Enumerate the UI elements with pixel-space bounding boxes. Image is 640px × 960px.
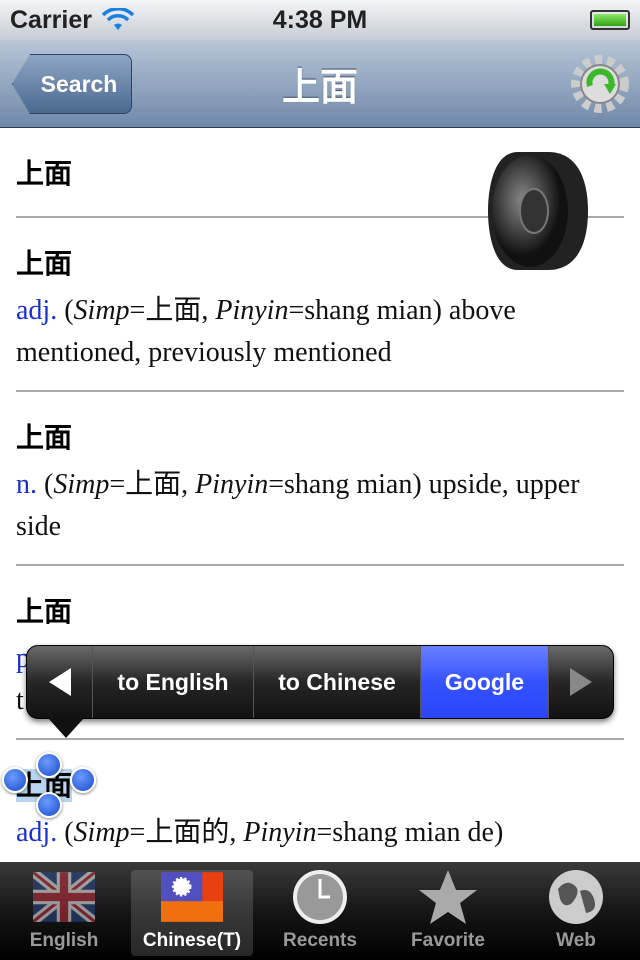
- tab-label: Favorite: [411, 930, 485, 951]
- refresh-settings-icon[interactable]: [570, 54, 630, 114]
- star-icon: [416, 870, 480, 924]
- entry: 上面 adj. (Simp=上面的, Pinyin=shang mian de): [0, 740, 640, 854]
- triangle-right-icon: [570, 668, 592, 696]
- back-button[interactable]: Search: [12, 54, 132, 114]
- wifi-icon: [102, 8, 134, 30]
- speaker-icon[interactable]: [488, 150, 588, 272]
- triangle-left-icon: [48, 668, 71, 696]
- menu-prev-button[interactable]: [27, 646, 93, 718]
- menu-to-english[interactable]: to English: [93, 646, 254, 718]
- edit-menu: to English to Chinese Google: [26, 645, 614, 719]
- selection-handle-top[interactable]: [36, 752, 62, 778]
- menu-google[interactable]: Google: [421, 646, 549, 718]
- part-of-speech[interactable]: adj.: [16, 817, 57, 848]
- tab-label: Recents: [283, 930, 357, 951]
- headword: 上面: [16, 421, 73, 454]
- selection-handle-left[interactable]: [2, 767, 28, 793]
- tab-web[interactable]: Web: [515, 870, 637, 956]
- tab-label: English: [29, 930, 99, 951]
- entry: 上面 n. (Simp=上面, Pinyin=shang mian) upsid…: [0, 392, 640, 564]
- carrier-label: Carrier: [10, 5, 92, 34]
- battery-icon: [590, 10, 630, 30]
- navigation-bar: Search 上面: [0, 40, 640, 128]
- selection-handle-right[interactable]: [70, 767, 96, 793]
- globe-icon: [544, 870, 608, 924]
- part-of-speech[interactable]: n.: [16, 469, 37, 500]
- tab-chinese-t[interactable]: Chinese(T): [131, 870, 253, 956]
- tab-bar: English Chinese(T) Recents Favorite Web: [0, 862, 640, 960]
- tab-label: Chinese(T): [142, 930, 242, 951]
- headword: 上面: [16, 595, 73, 628]
- status-bar: Carrier 4:38 PM: [0, 0, 640, 40]
- clock-icon: [288, 870, 352, 924]
- page-title: 上面: [281, 67, 358, 109]
- definition: n. (Simp=上面, Pinyin=shang mian) upside, …: [16, 469, 580, 542]
- part-of-speech[interactable]: adj.: [16, 295, 57, 326]
- tab-recents[interactable]: Recents: [259, 870, 381, 956]
- menu-pointer: [48, 718, 84, 738]
- taiwan-flag-icon: [160, 870, 224, 924]
- selection-handle-bottom[interactable]: [36, 792, 62, 818]
- menu-next-button[interactable]: [549, 646, 613, 718]
- definition: adj. (Simp=上面的, Pinyin=shang mian de): [16, 817, 504, 848]
- headword: 上面: [16, 740, 624, 804]
- definition: adj. (Simp=上面, Pinyin=shang mian) above …: [16, 295, 516, 368]
- tab-favorite[interactable]: Favorite: [387, 870, 509, 956]
- menu-to-chinese[interactable]: to Chinese: [254, 646, 421, 718]
- tab-english[interactable]: English: [3, 870, 125, 956]
- uk-flag-icon: [32, 870, 96, 924]
- clock: 4:38 PM: [272, 5, 368, 34]
- tab-label: Web: [556, 930, 596, 951]
